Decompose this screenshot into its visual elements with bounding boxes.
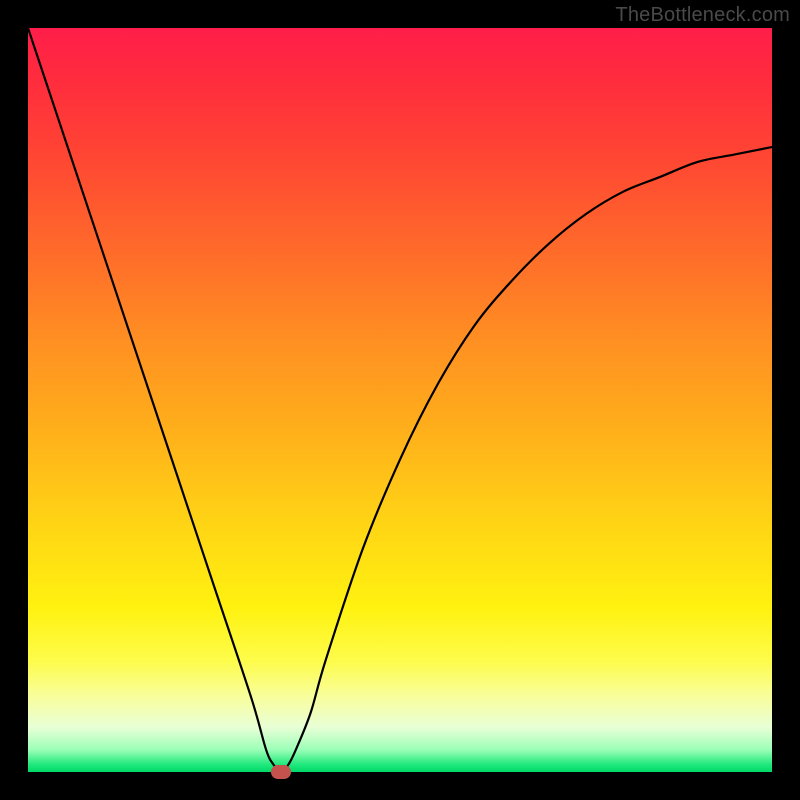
plot-area bbox=[28, 28, 772, 772]
bottleneck-curve bbox=[28, 28, 772, 772]
watermark-text: TheBottleneck.com bbox=[615, 4, 790, 27]
optimal-point-marker bbox=[271, 765, 291, 779]
chart-frame: TheBottleneck.com bbox=[0, 0, 800, 800]
